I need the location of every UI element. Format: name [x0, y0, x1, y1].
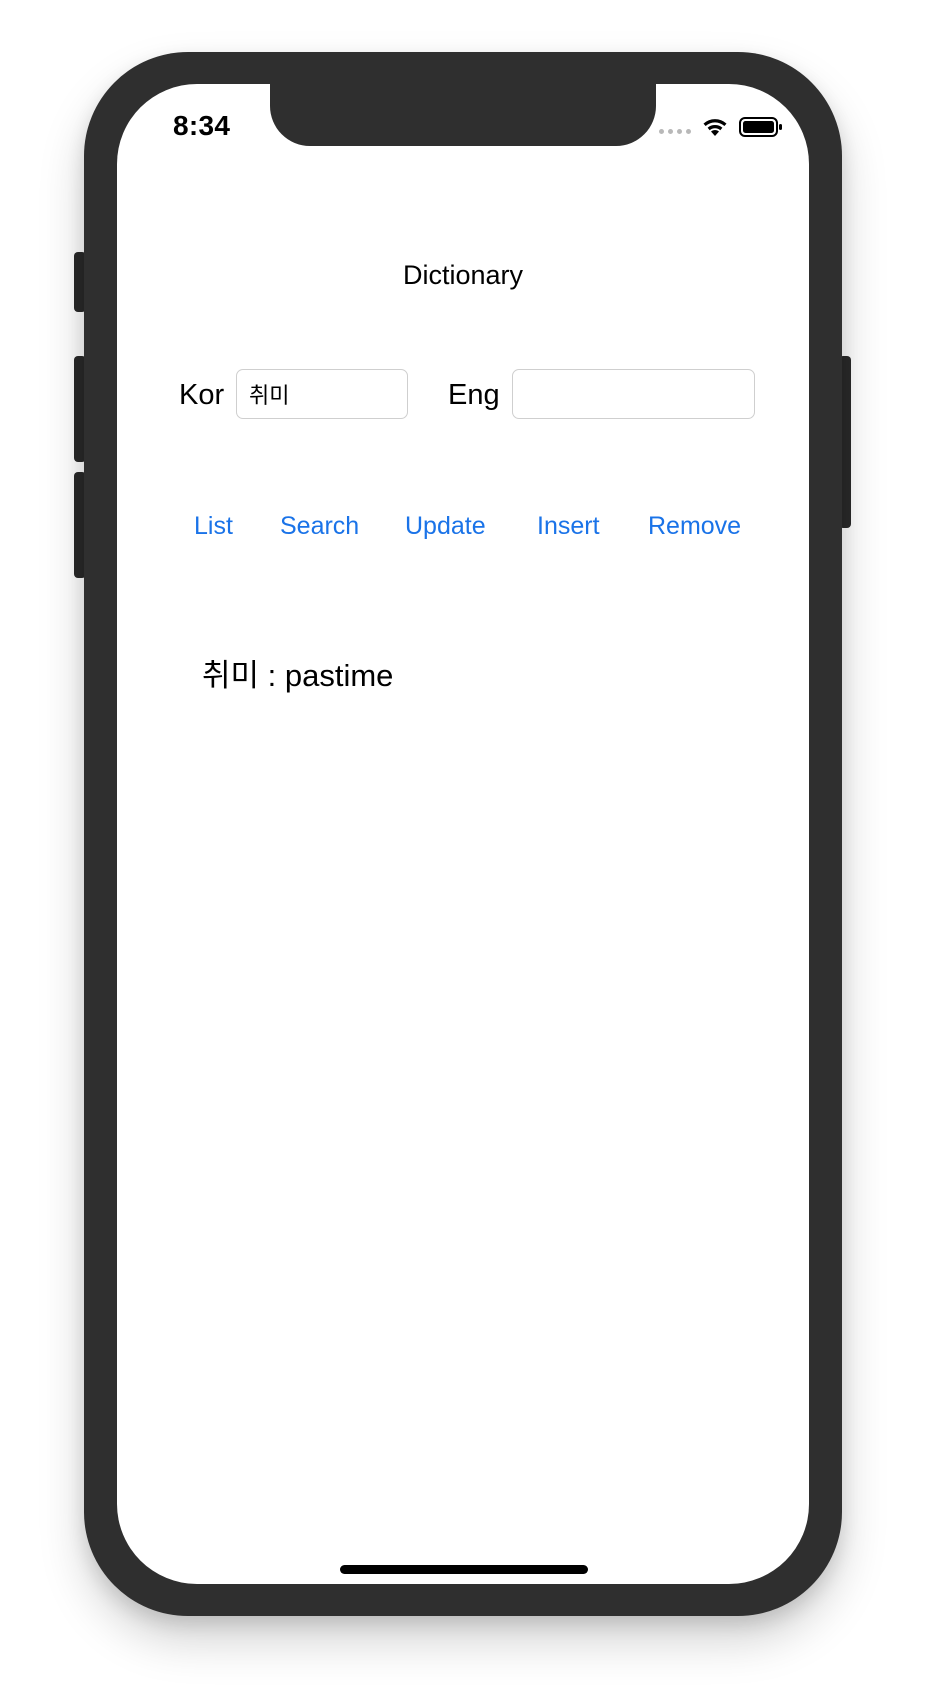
action-bar: List Search Update Insert Remove: [117, 512, 809, 552]
notch: [270, 84, 656, 146]
status-icons: [659, 114, 783, 140]
eng-input[interactable]: [512, 369, 755, 419]
kor-input-value: 취미: [249, 383, 290, 408]
wifi-icon: [703, 119, 727, 136]
list-button[interactable]: List: [194, 512, 233, 541]
phone-screen: 8:34 Dictionary Kor 취미 Eng List Search U…: [117, 84, 809, 1584]
kor-input[interactable]: 취미: [236, 369, 408, 419]
simulator-stage: 8:34 Dictionary Kor 취미 Eng List Search U…: [0, 0, 926, 1702]
update-button[interactable]: Update: [405, 512, 486, 541]
search-button[interactable]: Search: [280, 512, 359, 541]
result-text: 취미 : pastime: [202, 658, 394, 693]
signal-icon: [659, 128, 691, 134]
remove-button[interactable]: Remove: [648, 512, 741, 541]
page-title: Dictionary: [402, 260, 524, 290]
kor-label: Kor: [179, 379, 225, 411]
eng-label: Eng: [448, 379, 500, 411]
battery-icon: [739, 117, 782, 137]
status-time: 8:34: [173, 110, 231, 141]
home-indicator[interactable]: [340, 1565, 588, 1574]
insert-button[interactable]: Insert: [537, 512, 600, 541]
